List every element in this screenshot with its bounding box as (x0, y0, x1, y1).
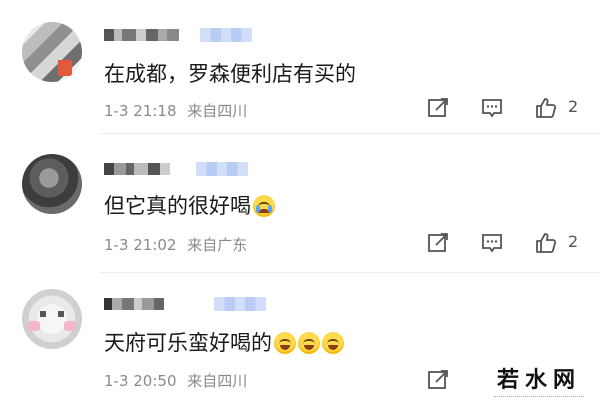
watermark-subline (494, 396, 584, 400)
user-badge (200, 28, 252, 42)
thumbs-up-icon[interactable] (534, 96, 558, 120)
comment-text-content: 但它真的很好喝 (104, 194, 251, 218)
grinning-face-icon (298, 332, 320, 354)
like-count: 2 (568, 232, 579, 251)
share-icon[interactable] (426, 231, 450, 255)
comment-time: 1-3 21:02 (104, 236, 177, 254)
share-icon[interactable] (426, 96, 450, 120)
comment-icon[interactable] (480, 96, 504, 120)
watermark: 若水网 (484, 362, 594, 402)
username-blurred[interactable] (104, 297, 194, 311)
user-badge (196, 162, 248, 176)
comment-text: 天府可乐蛮好喝的 (104, 327, 344, 357)
thumbs-up-icon[interactable] (534, 231, 558, 255)
comment-text: 在成都，罗森便利店有买的 (104, 62, 356, 86)
username-blurred[interactable] (104, 28, 194, 42)
username-blurred[interactable] (104, 162, 194, 176)
comment-meta: 1-3 21:18 来自四川 (104, 100, 253, 121)
like-count: 2 (568, 97, 579, 116)
comment-time: 1-3 21:18 (104, 102, 177, 120)
comment-meta: 1-3 21:02 来自广东 (104, 234, 253, 255)
comment-actions: 2 (420, 96, 600, 122)
comment-actions: 2 (420, 231, 600, 257)
comment-item: 但它真的很好喝 1-3 21:02 来自广东 2 (0, 134, 600, 262)
comment-icon[interactable] (480, 231, 504, 255)
watermark-text: 若水网 (496, 368, 581, 393)
comment-item: 在成都，罗森便利店有买的 1-3 21:18 来自四川 2 (0, 0, 600, 128)
comment-meta: 1-3 20:50 来自四川 (104, 370, 253, 391)
comment-location: 来自四川 (187, 372, 248, 390)
grinning-face-icon (322, 332, 344, 354)
crying-face-icon (253, 195, 275, 217)
grinning-face-icon (274, 332, 296, 354)
comment-location: 来自四川 (187, 102, 248, 120)
share-icon[interactable] (426, 368, 450, 392)
user-badge (214, 297, 266, 311)
comment-location: 来自广东 (187, 236, 248, 254)
avatar[interactable] (22, 22, 82, 82)
comment-text-content: 天府可乐蛮好喝的 (104, 331, 272, 355)
avatar[interactable] (22, 154, 82, 214)
comment-text: 但它真的很好喝 (104, 190, 275, 220)
avatar[interactable] (22, 289, 82, 349)
comment-time: 1-3 20:50 (104, 372, 177, 390)
